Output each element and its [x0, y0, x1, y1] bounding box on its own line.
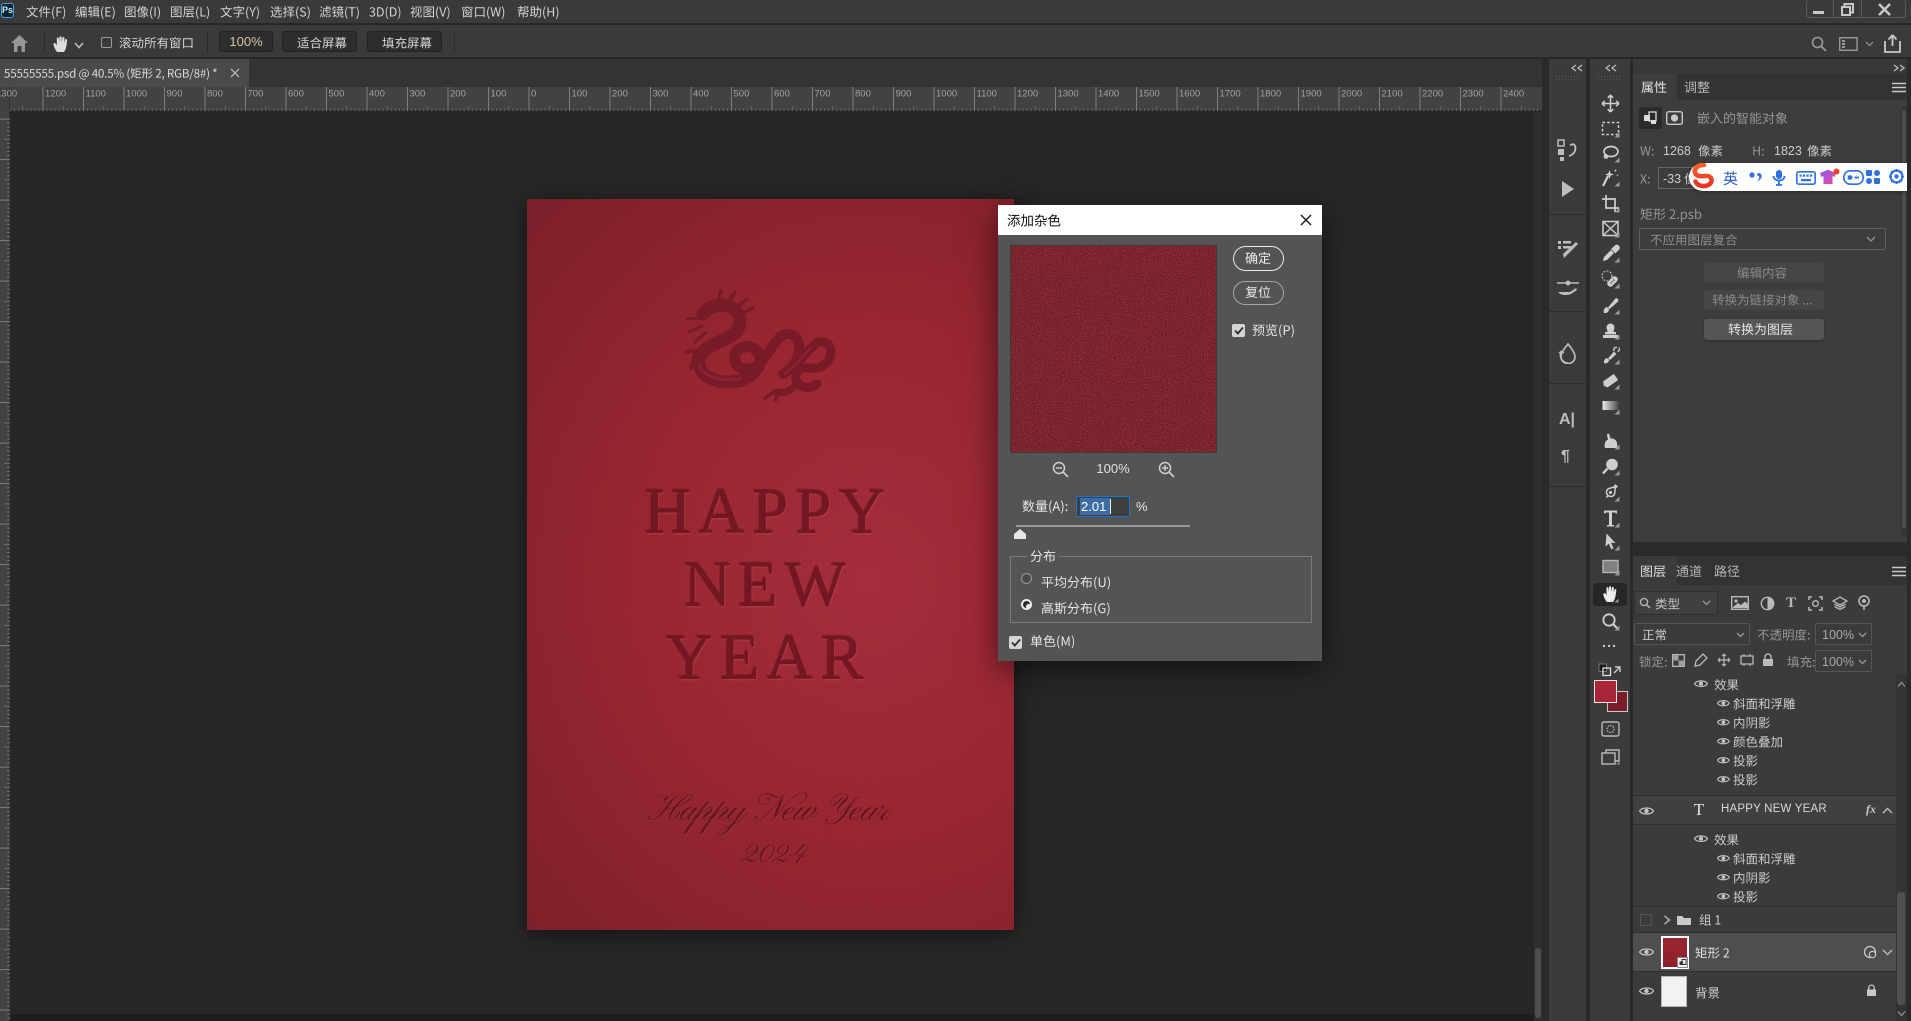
svg-text:1000: 1000 — [126, 89, 147, 100]
svg-text:900: 900 — [167, 89, 183, 100]
svg-text:2400: 2400 — [1503, 89, 1524, 100]
svg-text:500: 500 — [329, 89, 345, 100]
svg-text:700: 700 — [248, 89, 264, 100]
svg-text:600: 600 — [288, 89, 304, 100]
svg-text:2200: 2200 — [1422, 89, 1443, 100]
svg-text:2100: 2100 — [1382, 89, 1403, 100]
svg-text:500: 500 — [734, 89, 750, 100]
svg-text:1200: 1200 — [1017, 89, 1038, 100]
svg-text:0: 0 — [531, 89, 536, 100]
svg-text:1600: 1600 — [1179, 89, 1200, 100]
svg-text:1500: 1500 — [1139, 89, 1160, 100]
svg-text:1900: 1900 — [1301, 89, 1322, 100]
svg-text:1100: 1100 — [86, 89, 106, 100]
svg-text:200: 200 — [450, 89, 466, 100]
svg-text:400: 400 — [369, 89, 385, 100]
svg-text:1300: 1300 — [0, 89, 17, 100]
svg-text:200: 200 — [612, 89, 628, 100]
svg-text:100: 100 — [572, 89, 588, 100]
svg-text:600: 600 — [774, 89, 790, 100]
svg-text:800: 800 — [207, 89, 223, 100]
svg-text:300: 300 — [410, 89, 426, 100]
svg-text:300: 300 — [653, 89, 669, 100]
svg-text:900: 900 — [896, 89, 912, 100]
svg-text:700: 700 — [815, 89, 831, 100]
svg-text:400: 400 — [693, 89, 709, 100]
svg-text:1800: 1800 — [1260, 89, 1281, 100]
svg-text:100: 100 — [491, 89, 507, 100]
svg-text:1700: 1700 — [1220, 89, 1241, 100]
svg-text:1200: 1200 — [45, 89, 66, 100]
svg-text:800: 800 — [855, 89, 871, 100]
svg-text:2000: 2000 — [1341, 89, 1362, 100]
svg-text:1100: 1100 — [977, 89, 997, 100]
svg-text:1300: 1300 — [1058, 89, 1079, 100]
svg-text:1000: 1000 — [936, 89, 957, 100]
svg-text:1400: 1400 — [1098, 89, 1119, 100]
svg-text:2300: 2300 — [1463, 89, 1484, 100]
